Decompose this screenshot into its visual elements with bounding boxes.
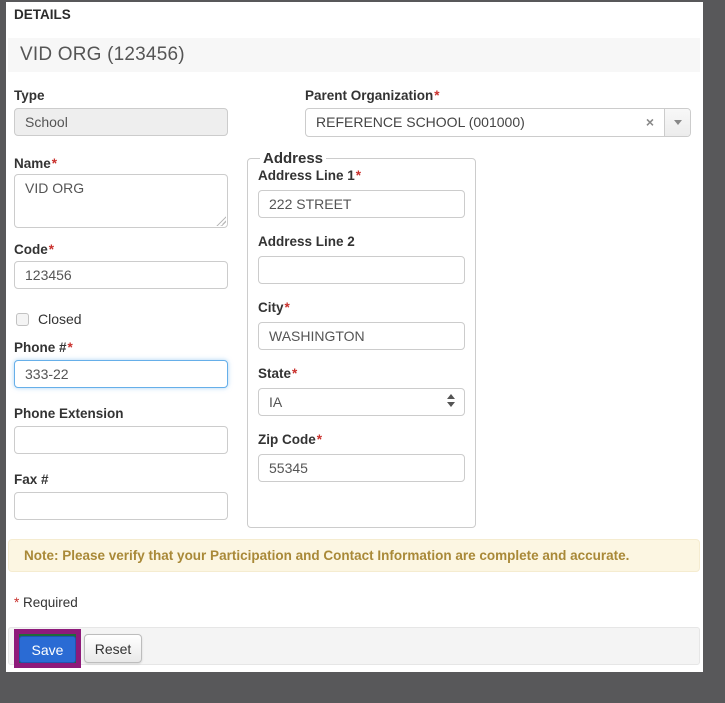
name-label: Name*: [14, 156, 57, 171]
note-text: Note: Please verify that your Participat…: [9, 540, 699, 571]
phone-extension-label: Phone Extension: [14, 406, 124, 421]
dropdown-toggle[interactable]: [664, 109, 690, 136]
name-textarea[interactable]: VID ORG: [14, 174, 228, 228]
closed-checkbox-label: Closed: [38, 311, 82, 327]
page-title: DETAILS: [14, 7, 71, 22]
address-line2-input[interactable]: [258, 256, 465, 284]
required-asterisk: *: [434, 88, 439, 103]
phone-extension-input[interactable]: [14, 426, 228, 454]
code-input[interactable]: [14, 261, 228, 289]
address-line2-label: Address Line 2: [258, 234, 465, 249]
required-asterisk: *: [68, 340, 73, 355]
type-input: [14, 108, 228, 136]
city-input[interactable]: [258, 322, 465, 350]
address-fieldset: Address Address Line 1* Address Line 2 C…: [247, 150, 476, 528]
zip-code-input[interactable]: [258, 454, 465, 482]
required-asterisk: *: [292, 366, 297, 381]
parent-organization-value: REFERENCE SCHOOL (001000): [316, 109, 525, 136]
required-asterisk: *: [317, 432, 322, 447]
fax-label: Fax #: [14, 472, 49, 487]
details-panel: DETAILS VID ORG (123456) Type Name* VID …: [6, 2, 703, 672]
code-label: Code*: [14, 242, 54, 257]
required-legend: * Required: [14, 595, 78, 610]
parent-organization-label: Parent Organization*: [305, 88, 440, 103]
type-label: Type: [14, 88, 45, 103]
city-label: City*: [258, 300, 465, 315]
required-asterisk: *: [14, 595, 19, 610]
zip-code-label: Zip Code*: [258, 432, 465, 447]
address-line1-label: Address Line 1*: [258, 168, 465, 183]
required-asterisk: *: [356, 168, 361, 183]
required-asterisk: *: [285, 300, 290, 315]
select-spinner-icon: [447, 394, 455, 407]
org-banner: VID ORG (123456): [8, 38, 700, 72]
reset-button[interactable]: Reset: [84, 634, 142, 663]
save-button[interactable]: Save: [19, 636, 76, 663]
required-asterisk: *: [52, 156, 57, 171]
parent-organization-select[interactable]: REFERENCE SCHOOL (001000) ×: [305, 108, 691, 137]
phone-label: Phone #*: [14, 340, 73, 355]
required-asterisk: *: [49, 242, 54, 257]
clear-selection-icon[interactable]: ×: [646, 109, 654, 136]
fax-input[interactable]: [14, 492, 228, 520]
save-button-highlight: Save: [14, 629, 81, 668]
address-legend: Address: [260, 150, 326, 167]
closed-checkbox[interactable]: [16, 313, 29, 326]
address-line1-input[interactable]: [258, 190, 465, 218]
state-label: State*: [258, 366, 465, 381]
state-select-value: IA: [269, 389, 282, 415]
phone-input[interactable]: [14, 360, 228, 388]
state-select[interactable]: IA: [258, 388, 465, 416]
org-banner-text: VID ORG (123456): [8, 38, 700, 72]
chevron-down-icon: [674, 120, 682, 125]
note-banner: Note: Please verify that your Participat…: [8, 539, 700, 572]
